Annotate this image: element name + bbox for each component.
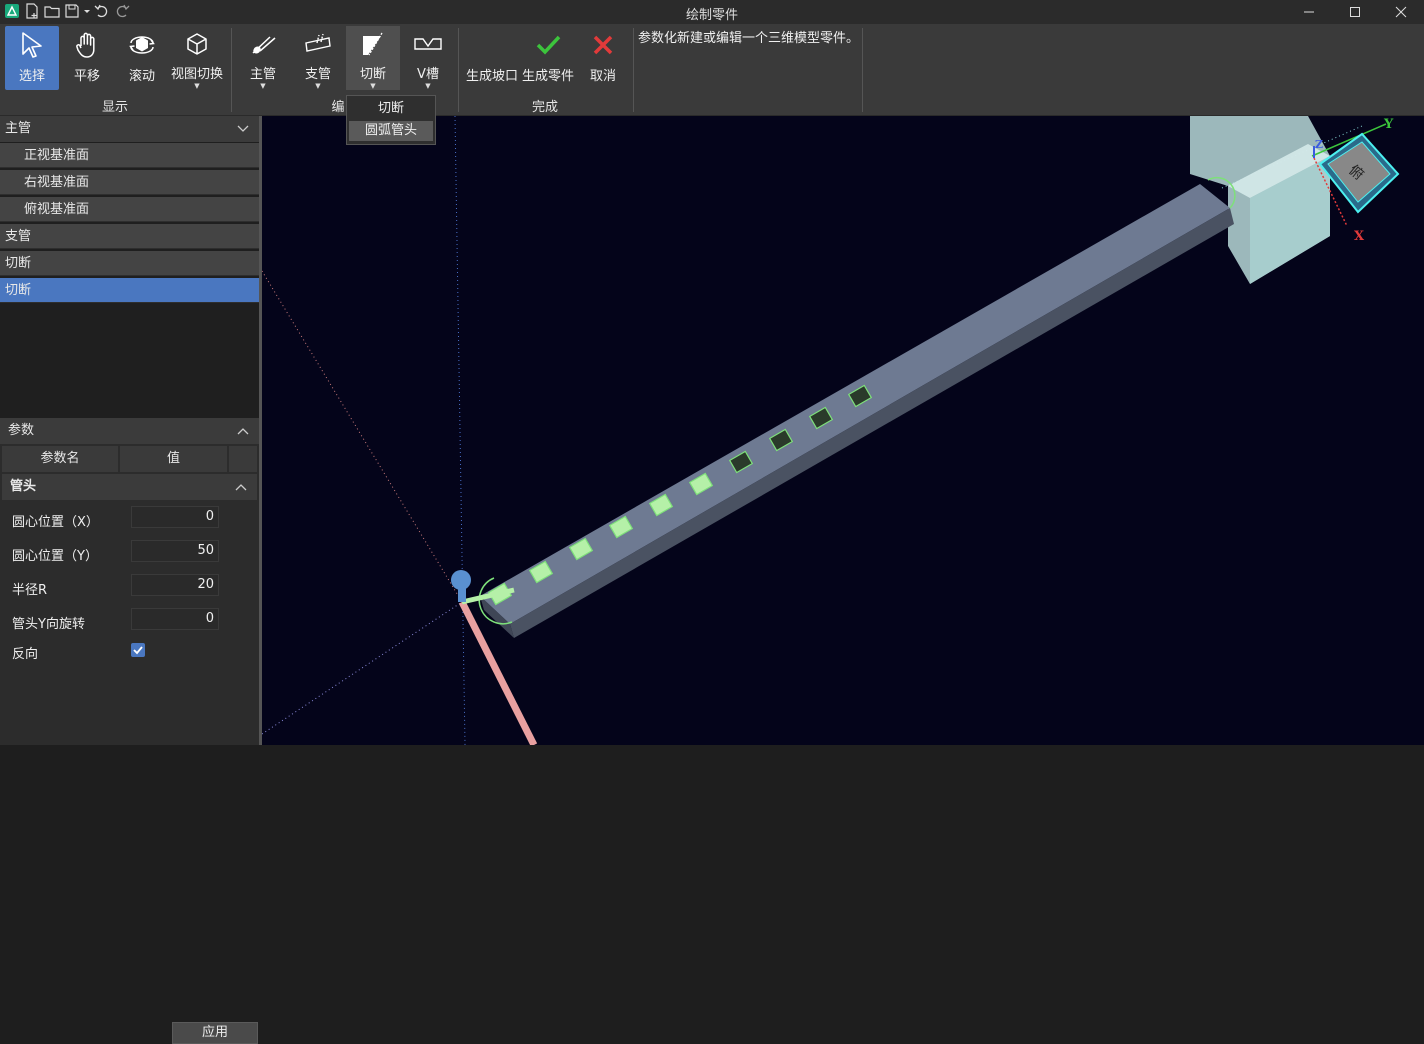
close-icon (1395, 6, 1407, 18)
menu-item-arc-pipe-head[interactable]: 圆弧管头 (349, 121, 433, 141)
chevron-up-icon[interactable] (237, 426, 249, 436)
param-label-y-rotation: 管头Y向旋转 (12, 617, 85, 632)
minimize-icon (1304, 11, 1314, 13)
guide-line-lower (262, 601, 463, 735)
maximize-icon (1350, 7, 1360, 17)
axis-y-label: Y (1383, 117, 1394, 132)
cut-dropdown-menu: 切断 圆弧管头 (346, 95, 436, 145)
main-pipe-chevron-down-icon: ▼ (260, 82, 266, 90)
title-bar: 绘制零件 (0, 0, 1424, 24)
group-label-display: 显示 (101, 100, 128, 115)
cursor-arrow-icon (15, 28, 49, 62)
column-header-value: 值 (120, 446, 227, 472)
param-panel-header[interactable]: 参数 (0, 418, 259, 444)
guide-line-diagonal (262, 270, 463, 603)
hint-text: 参数化新建或编辑一个三维模型零件。 (638, 31, 860, 46)
chevron-up-icon[interactable] (235, 482, 247, 492)
checkmark-icon (133, 646, 143, 655)
window-title: 绘制零件 (685, 8, 738, 23)
v-groove-chevron-down-icon: ▼ (425, 82, 431, 90)
rotate-button[interactable]: 滚动 (115, 26, 169, 90)
red-x-icon (586, 28, 620, 62)
tree-header-main-pipe[interactable]: 主管 (0, 116, 259, 142)
cancel-button[interactable]: 取消 (577, 26, 629, 90)
param-label-center-y: 圆心位置（Y） (12, 549, 98, 564)
axis-x-label: X (1354, 229, 1365, 244)
v-groove-icon (411, 28, 445, 60)
ribbon-divider (633, 28, 634, 112)
cut-icon (356, 28, 390, 60)
param-label-reverse: 反向 (12, 647, 39, 662)
tree-item-right-plane[interactable]: 右视基准面 (0, 170, 259, 195)
maximize-button[interactable] (1332, 0, 1378, 24)
ribbon-toolbar: 选择 平移 滚动 视图切换 ▼ 显示 主管 ▼ 支管 ▼ 切断 ▼ V槽 ▼ 编… (0, 24, 1424, 116)
3d-scene: Y X Z 俯 (262, 116, 1400, 745)
apply-button[interactable]: 应用 (172, 1022, 258, 1044)
reverse-checkbox[interactable] (131, 643, 145, 657)
y-rotation-input[interactable]: 0 (131, 608, 219, 630)
chevron-down-icon[interactable] (237, 124, 249, 134)
cut-button[interactable]: 切断 ▼ (346, 26, 400, 90)
parameter-panel: 参数 参数名 值 管头 圆心位置（X） 0 圆心位置（Y） 50 半径R 20 … (0, 418, 259, 1044)
section-pipe-head[interactable]: 管头 (2, 474, 257, 500)
ribbon-divider (231, 28, 232, 112)
tree-item-branch-pipe[interactable]: 支管 (0, 224, 259, 249)
branch-pipe-chevron-down-icon: ▼ (315, 82, 321, 90)
param-label-radius: 半径R (12, 583, 48, 598)
ribbon-divider (862, 28, 863, 112)
select-button[interactable]: 选择 (5, 26, 59, 90)
left-panel: 主管 正视基准面 右视基准面 俯视基准面 支管 切断 切断 参数 参数名 值 管… (0, 116, 262, 1044)
branch-pipe-button[interactable]: 支管 ▼ (291, 26, 345, 90)
cut-chevron-down-icon: ▼ (370, 82, 376, 90)
column-header-name: 参数名 (2, 446, 118, 472)
view-switch-button[interactable]: 视图切换 ▼ (170, 26, 224, 90)
tree-item-cut-2[interactable]: 切断 (0, 278, 259, 303)
guide-line-vertical (454, 116, 466, 745)
tree-item-cut-1[interactable]: 切断 (0, 251, 259, 276)
cube-icon (180, 28, 214, 60)
branch-pipe-icon (301, 28, 335, 60)
rotate-icon (125, 28, 159, 62)
v-groove-button[interactable]: V槽 ▼ (401, 26, 455, 90)
ribbon-divider (458, 28, 459, 112)
tree-item-front-plane[interactable]: 正视基准面 (0, 143, 259, 168)
param-label-center-x: 圆心位置（X） (12, 515, 99, 530)
minimize-button[interactable] (1286, 0, 1332, 24)
menu-item-cut[interactable]: 切断 (349, 99, 433, 119)
view-switch-chevron-down-icon: ▼ (194, 82, 200, 90)
generate-part-button[interactable]: 生成零件 (521, 26, 575, 90)
center-y-input[interactable]: 50 (131, 540, 219, 562)
main-pipe-body (478, 176, 1236, 638)
3d-viewport[interactable]: Y X Z 俯 (262, 116, 1424, 745)
checkmark-icon (531, 28, 565, 62)
pan-button[interactable]: 平移 (60, 26, 114, 90)
column-header-extra (229, 446, 257, 472)
group-label-finish: 完成 (531, 100, 558, 115)
tree-item-top-plane[interactable]: 俯视基准面 (0, 197, 259, 222)
center-x-input[interactable]: 0 (131, 506, 219, 528)
hand-icon (70, 28, 104, 62)
generate-bevel-button[interactable]: 生成坡口 (465, 26, 519, 90)
axis-z-label: Z (1315, 138, 1323, 151)
main-pipe-icon (246, 28, 280, 60)
close-button[interactable] (1378, 0, 1424, 24)
main-pipe-button[interactable]: 主管 ▼ (236, 26, 290, 90)
radius-input[interactable]: 20 (131, 574, 219, 596)
